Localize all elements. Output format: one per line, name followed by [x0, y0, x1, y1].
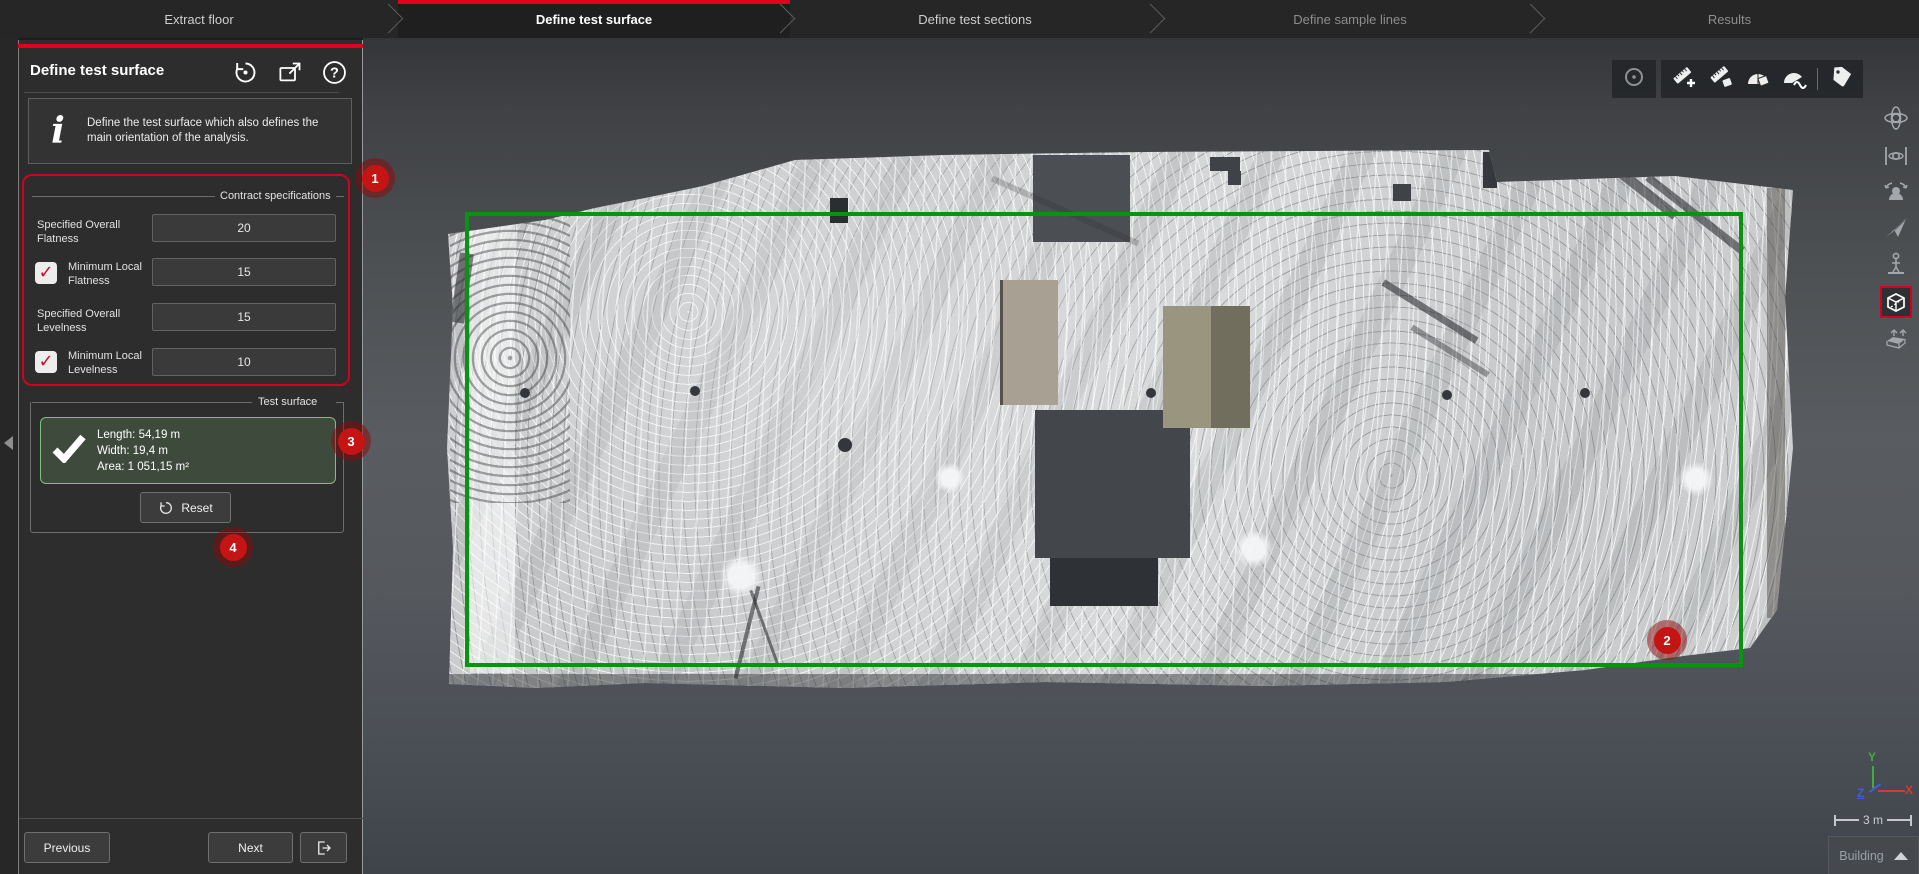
fly-icon[interactable]: [1882, 214, 1910, 242]
scale-line: [1836, 819, 1859, 821]
building-selector[interactable]: Building: [1828, 836, 1919, 874]
previous-button[interactable]: Previous: [24, 832, 110, 863]
length-value: Length: 54,19 m: [97, 427, 189, 443]
field-label: Minimum Local Levelness: [68, 349, 160, 377]
tag-icon[interactable]: [1826, 64, 1856, 95]
help-icon[interactable]: ?: [321, 59, 348, 86]
measure-remove-icon[interactable]: [1706, 64, 1736, 95]
previous-label: Previous: [44, 841, 91, 855]
groupbox-line: [32, 402, 252, 403]
exit-icon: [315, 839, 333, 857]
contract-legend: Contract specifications: [215, 190, 336, 202]
check-icon: ✓: [38, 352, 53, 370]
history-reset-icon[interactable]: [232, 59, 259, 86]
test-surface-rectangle[interactable]: [465, 212, 1743, 667]
panel-accent-line: [18, 44, 363, 48]
axis-y-line: [1872, 766, 1874, 788]
axis-y-label: Y: [1868, 750, 1876, 764]
groupbox-line: [32, 196, 215, 197]
minimum-local-levelness-checkbox[interactable]: ✓: [35, 351, 57, 373]
groupbox-line: [336, 402, 344, 403]
snap-point-button[interactable]: [1612, 60, 1656, 98]
wizard-step-extract-floor[interactable]: Extract floor: [0, 0, 398, 38]
specified-overall-flatness-input[interactable]: [152, 214, 336, 242]
wizard-bar: Extract floor Define test surface Define…: [0, 0, 1919, 38]
building-label: Building: [1839, 849, 1883, 863]
wizard-step-define-test-surface[interactable]: Define test surface: [398, 0, 790, 38]
scale-tick: [1910, 815, 1912, 826]
minimum-local-flatness-checkbox[interactable]: ✓: [35, 262, 57, 284]
next-label: Next: [238, 841, 263, 855]
minimum-local-levelness-input[interactable]: [152, 348, 336, 376]
toolbar-separator: [1817, 68, 1818, 90]
angle-wave-icon[interactable]: [1780, 64, 1810, 95]
page-title: Define test surface: [30, 62, 164, 79]
collapse-panel-arrow[interactable]: [4, 436, 13, 450]
scale-label: 3 m: [1859, 813, 1887, 827]
orbit-icon[interactable]: [1882, 104, 1910, 132]
success-check-icon: [41, 433, 97, 468]
wizard-progress-line: [398, 0, 790, 4]
annotation-badge-4: 4: [213, 527, 253, 567]
area-value: Area: 1 051,15 m²: [97, 459, 189, 475]
info-box: i Define the test surface which also def…: [28, 98, 352, 164]
info-text: Define the test surface which also defin…: [87, 116, 335, 146]
field-label: Minimum Local Flatness: [68, 260, 160, 288]
clipping-box-icon[interactable]: [1882, 324, 1910, 352]
field-label: Specified Overall Flatness: [37, 218, 149, 246]
axis-x-label: X: [1905, 783, 1913, 797]
reset-label: Reset: [181, 501, 212, 515]
wizard-step-define-sample-lines: Define sample lines: [1160, 0, 1540, 38]
check-icon: ✓: [38, 263, 53, 281]
axis-z-label: Z: [1857, 786, 1864, 800]
chevron-up-icon: [1894, 852, 1908, 860]
measure-toolbar: [1661, 60, 1863, 98]
cloud-feature: [1210, 157, 1240, 171]
divider: [19, 818, 363, 819]
cloud-feature: [1228, 171, 1241, 185]
walk-icon[interactable]: [1882, 250, 1910, 278]
constrained-orbit-icon[interactable]: [1882, 142, 1910, 170]
cloud-edge: [1767, 188, 1785, 618]
wizard-step-results: Results: [1540, 0, 1919, 38]
wizard-step-define-test-sections[interactable]: Define test sections: [790, 0, 1160, 38]
annotation-badge-3: 3: [331, 421, 371, 461]
rotate-view-icon[interactable]: [1882, 178, 1910, 206]
next-button[interactable]: Next: [208, 832, 293, 863]
scale-bar: 3 m: [1834, 812, 1912, 828]
divider: [24, 92, 339, 93]
cloud-feature: [1393, 184, 1411, 201]
axis-x-line: [1878, 790, 1905, 792]
snap-point-icon: [1619, 65, 1649, 94]
panel-rail: [0, 38, 18, 874]
minimum-local-flatness-input[interactable]: [152, 258, 336, 286]
reset-button[interactable]: Reset: [140, 492, 231, 523]
field-label: Specified Overall Levelness: [37, 307, 149, 335]
svg-text:?: ?: [330, 66, 339, 82]
measure-add-icon[interactable]: [1668, 64, 1698, 95]
annotation-badge-2: 2: [1647, 620, 1687, 660]
view-cube-icon-selected[interactable]: [1880, 286, 1912, 318]
reset-icon: [158, 500, 174, 516]
pop-out-icon[interactable]: [277, 59, 304, 86]
annotation-badge-1: 1: [355, 158, 395, 198]
info-icon: i: [29, 113, 87, 149]
test-surface-summary: Length: 54,19 m Width: 19,4 m Area: 1 05…: [40, 417, 336, 484]
test-surface-legend: Test surface: [253, 396, 322, 408]
width-value: Width: 19,4 m: [97, 443, 189, 459]
specified-overall-levelness-input[interactable]: [152, 303, 336, 331]
scale-line: [1887, 819, 1910, 821]
angle-measure-icon[interactable]: [1743, 64, 1773, 95]
exit-button[interactable]: [300, 832, 347, 863]
